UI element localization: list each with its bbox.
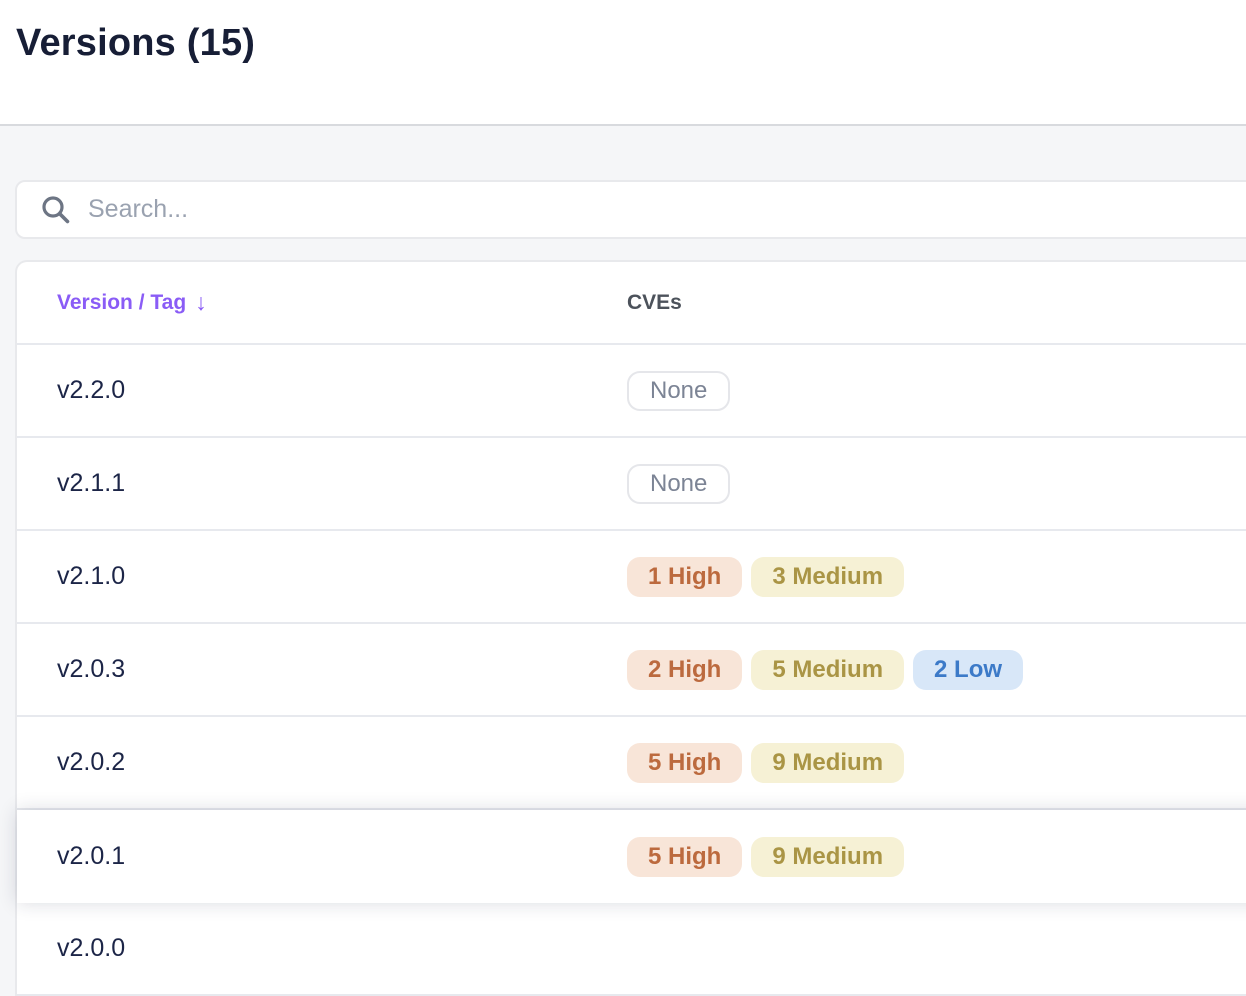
column-header-version-tag-label: Version / Tag <box>57 290 187 314</box>
cves-cell: 2 High 5 Medium 2 Low <box>627 649 1246 690</box>
table-row[interactable]: v2.2.0 None <box>17 345 1246 438</box>
search-icon <box>40 194 71 225</box>
version-cell: v2.1.0 <box>57 562 126 590</box>
table-row[interactable]: v2.0.1 5 High 9 Medium <box>17 810 1246 903</box>
versions-table: Version / Tag ↓ CVEs v2.2.0 None v2.1.1 … <box>15 260 1246 996</box>
table-row[interactable]: v2.0.2 5 High 9 Medium <box>17 717 1246 810</box>
cves-cell: None <box>627 463 1246 504</box>
table-row[interactable]: v2.0.0 <box>17 903 1246 996</box>
version-cell: v2.0.1 <box>57 842 126 870</box>
cves-cell: None <box>627 370 1246 411</box>
column-header-version-tag[interactable]: Version / Tag ↓ <box>57 289 627 316</box>
version-cell: v2.1.1 <box>57 469 126 497</box>
table-body: v2.2.0 None v2.1.1 None v2.1.0 1 High 3 M… <box>17 345 1246 996</box>
cve-badge-high[interactable]: 1 High <box>627 556 743 597</box>
table-header-row: Version / Tag ↓ CVEs <box>17 262 1246 345</box>
cve-badge-high[interactable]: 5 High <box>627 836 743 877</box>
table-row[interactable]: v2.1.0 1 High 3 Medium <box>17 531 1246 624</box>
cve-badge-medium[interactable]: 5 Medium <box>751 649 905 690</box>
cve-badge-low[interactable]: 2 Low <box>913 649 1024 690</box>
cve-badge-high[interactable]: 2 High <box>627 649 743 690</box>
table-row[interactable]: v2.1.1 None <box>17 438 1246 531</box>
cves-cell: 5 High 9 Medium <box>627 836 1246 877</box>
cve-badge-medium[interactable]: 9 Medium <box>751 742 905 783</box>
version-cell: v2.0.0 <box>57 934 126 962</box>
sort-descending-icon: ↓ <box>195 289 207 315</box>
cve-badge-none[interactable]: None <box>627 370 731 411</box>
cve-badge-none[interactable]: None <box>627 463 731 504</box>
table-row[interactable]: v2.0.3 2 High 5 Medium 2 Low <box>17 624 1246 717</box>
search-box[interactable] <box>15 180 1246 239</box>
cves-cell: 1 High 3 Medium <box>627 556 1246 597</box>
version-cell: v2.2.0 <box>57 376 126 404</box>
version-cell: v2.0.3 <box>57 655 126 683</box>
search-input[interactable] <box>86 194 1246 225</box>
version-cell: v2.0.2 <box>57 748 126 776</box>
cves-cell: 5 High 9 Medium <box>627 742 1246 783</box>
cve-badge-high[interactable]: 5 High <box>627 742 743 783</box>
page-header: Versions (15) <box>0 0 1246 126</box>
content-area: Version / Tag ↓ CVEs v2.2.0 None v2.1.1 … <box>0 126 1246 996</box>
cve-badge-medium[interactable]: 3 Medium <box>751 556 905 597</box>
page-title: Versions (15) <box>16 22 256 64</box>
column-header-cves: CVEs <box>627 290 682 314</box>
cve-badge-medium[interactable]: 9 Medium <box>751 836 905 877</box>
